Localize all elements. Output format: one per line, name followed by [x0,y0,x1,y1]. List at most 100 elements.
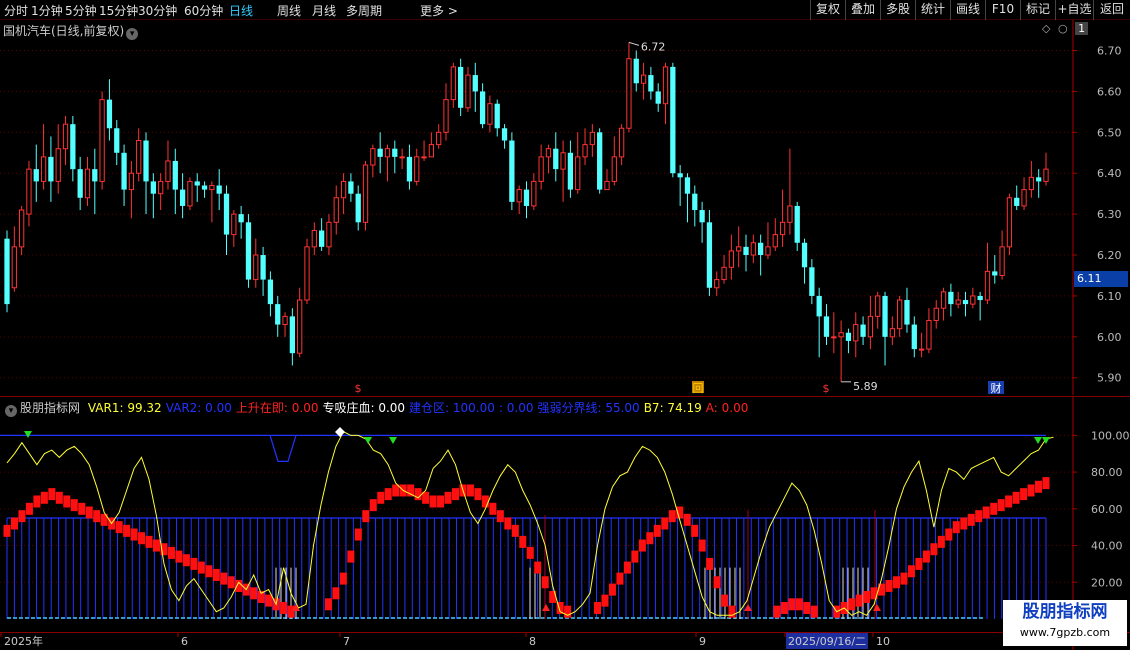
candle[interactable] [231,213,237,236]
period-tab-0[interactable]: 分时 [4,2,28,19]
candle[interactable] [92,169,98,182]
candle[interactable] [77,169,83,198]
candle[interactable] [1021,189,1027,207]
candle[interactable] [136,140,142,174]
candle[interactable] [779,221,786,236]
candle[interactable] [158,180,164,195]
candle[interactable] [955,299,961,305]
candle[interactable] [611,156,617,182]
period-tab-6[interactable]: 日线 [229,2,253,19]
candle[interactable] [838,332,844,338]
candle[interactable] [318,230,325,247]
candle[interactable] [765,246,771,256]
candle[interactable] [553,148,559,170]
candle[interactable] [311,229,317,248]
toolbar-button-4[interactable]: 画线 [950,0,985,20]
candle[interactable] [875,295,881,317]
candle[interactable] [787,205,793,223]
candle[interactable] [655,91,661,104]
period-tab-3[interactable]: 15分钟 [99,2,138,19]
candle[interactable] [479,91,486,125]
candle[interactable] [889,328,895,338]
toolbar-button-0[interactable]: 复权 [810,0,845,20]
candle[interactable] [853,324,859,342]
candle[interactable] [706,222,713,288]
candle[interactable] [918,348,925,351]
candle[interactable] [55,148,61,182]
candle[interactable] [172,160,178,190]
candle[interactable] [1028,176,1035,191]
candle[interactable] [26,168,32,215]
candle[interactable] [297,299,303,354]
candle[interactable] [538,156,544,182]
candle[interactable] [458,66,464,108]
candle[interactable] [677,173,683,178]
candle[interactable] [516,189,522,203]
candle[interactable] [245,222,252,280]
candle[interactable] [179,189,186,206]
candle[interactable] [728,250,735,268]
period-tab-1[interactable]: 1分钟 [31,2,63,19]
candle[interactable] [260,255,266,280]
candle[interactable] [304,246,310,301]
candle[interactable] [911,324,917,350]
candle[interactable] [904,300,910,325]
candle[interactable] [999,246,1005,276]
candle[interactable] [62,123,69,150]
event-marker-3[interactable]: 财 [991,381,1002,395]
candle[interactable] [472,75,478,92]
indicator-chart[interactable]: 100.00 80.00 60.00 40.00 20.00 [0,397,1130,633]
candle[interactable] [1014,197,1020,206]
candle[interactable] [509,140,515,202]
candle[interactable] [106,99,113,129]
candle[interactable] [882,295,888,337]
candle[interactable] [699,210,705,223]
indicator-source[interactable]: 股朋指标网 [20,401,80,415]
candle[interactable] [750,242,756,256]
candle[interactable] [743,246,749,256]
candle[interactable] [589,131,595,146]
candle[interactable] [487,103,493,125]
diamond-icon[interactable]: ◇ [1042,22,1050,35]
candle[interactable] [253,254,259,281]
toolbar-button-5[interactable]: F10 [985,0,1020,20]
candle[interactable] [165,160,171,182]
candle[interactable] [114,128,120,153]
candle[interactable] [194,181,200,186]
candle[interactable] [355,193,361,223]
candle[interactable] [392,148,398,157]
candle[interactable] [714,279,720,289]
event-marker-1[interactable]: 回 [693,382,704,395]
candle[interactable] [801,242,808,268]
candle[interactable] [384,148,391,158]
candle[interactable] [662,66,669,105]
candle[interactable] [436,131,442,146]
candle[interactable] [772,234,778,248]
candle[interactable] [597,132,603,190]
candle[interactable] [831,336,837,339]
candle[interactable] [494,103,500,129]
candle[interactable] [11,246,17,289]
candle[interactable] [326,221,332,248]
candle[interactable] [99,99,105,182]
candle[interactable] [348,181,354,194]
candle[interactable] [84,168,91,199]
candle[interactable] [501,128,508,141]
candle[interactable] [984,270,991,301]
toolbar-button-1[interactable]: 叠加 [845,0,880,20]
stock-title[interactable]: 国机汽车(日线,前复权) ▾ [3,22,139,40]
candle[interactable] [582,144,588,158]
candle[interactable] [940,291,947,309]
candle[interactable] [428,144,435,158]
candle[interactable] [560,152,566,170]
candle[interactable] [648,75,654,92]
candle[interactable] [201,185,208,190]
candle[interactable] [150,181,156,194]
candle[interactable] [633,58,639,84]
candle[interactable] [618,127,625,158]
candle[interactable] [4,238,10,305]
candle[interactable] [450,66,456,101]
period-tab-7[interactable]: 周线 [277,2,301,19]
candle[interactable] [267,279,274,305]
candle[interactable] [977,295,983,301]
